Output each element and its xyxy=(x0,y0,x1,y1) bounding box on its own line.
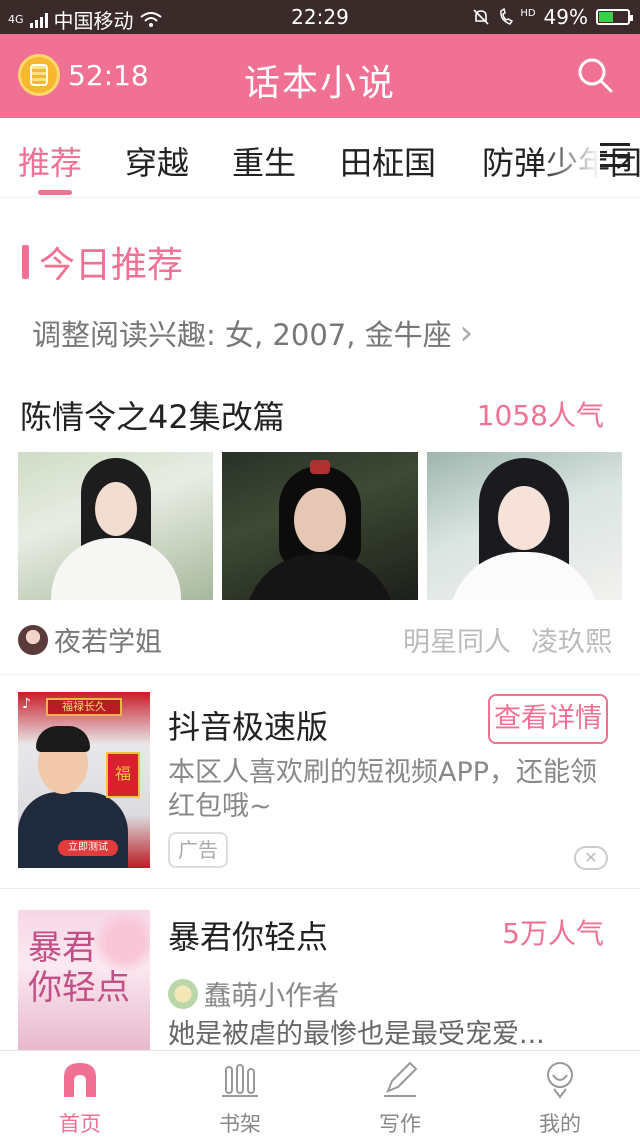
book-popularity: 1058人气 xyxy=(476,399,604,432)
ad-thumbnail[interactable]: ♪ 福禄长久 福 立即测试 xyxy=(18,692,150,868)
nav-label: 书架 xyxy=(219,1112,261,1136)
ad-label: 广告 xyxy=(168,832,228,868)
nav-label: 我的 xyxy=(539,1112,581,1136)
clipped-row xyxy=(0,198,640,208)
tag[interactable]: 明星同人 xyxy=(403,620,511,659)
book-cover[interactable]: 暴君 你轻点 xyxy=(18,910,150,1050)
ad-title[interactable]: 抖音极速版 xyxy=(168,702,328,748)
bookshelf-icon xyxy=(222,1064,258,1097)
today-section-header: 今日推荐 xyxy=(22,236,183,288)
section-bar xyxy=(22,245,29,279)
chevron-right-icon: › xyxy=(459,313,474,353)
nav-write[interactable]: 写作 xyxy=(340,1059,460,1138)
avatar xyxy=(18,624,48,655)
ad-banner: 福禄长久 xyxy=(46,698,122,716)
tab-recommend[interactable]: 推荐 xyxy=(18,138,82,184)
book-image-1[interactable] xyxy=(18,452,214,600)
book-description: 她是被虐的最惨也是最受宠爱... xyxy=(168,1019,545,1050)
search-icon[interactable] xyxy=(576,56,614,94)
profile-icon xyxy=(547,1062,573,1099)
bottom-nav: 首页 书架 写作 我的 xyxy=(0,1050,640,1138)
book-popularity: 5万人气 xyxy=(502,917,604,950)
tab-menu-icon[interactable] xyxy=(600,143,630,167)
tab-time-travel[interactable]: 穿越 xyxy=(125,138,189,184)
nav-label: 写作 xyxy=(379,1112,421,1136)
book-title[interactable]: 暴君你轻点 xyxy=(168,912,328,958)
book-author[interactable]: 夜若学姐 xyxy=(18,620,162,659)
nav-bookshelf[interactable]: 书架 xyxy=(180,1059,300,1138)
call-hd-icon xyxy=(500,8,514,25)
pen-icon xyxy=(384,1061,418,1097)
nav-label: 首页 xyxy=(59,1112,101,1136)
battery-icon xyxy=(596,9,633,25)
book-title[interactable]: 陈情令之42集改篇 xyxy=(20,392,285,438)
book-image-strip[interactable] xyxy=(18,452,622,600)
divider xyxy=(0,888,640,889)
red-envelope: 福 xyxy=(106,752,140,798)
tab-rebirth[interactable]: 重生 xyxy=(232,138,296,184)
nav-profile[interactable]: 我的 xyxy=(500,1059,620,1138)
tag[interactable]: 凌玖熙 xyxy=(531,620,612,659)
author-name: 夜若学姐 xyxy=(54,627,162,658)
status-bar: 4G 中国移动 22:29 HD 49% xyxy=(0,0,640,34)
author-name: 蠢萌小作者 xyxy=(204,981,339,1012)
ad-description: 本区人喜欢刷的短视频APP，还能领红包哦~ xyxy=(168,757,598,822)
close-icon[interactable]: ✕ xyxy=(574,846,608,870)
battery-percent: 49% xyxy=(543,5,588,29)
tab-fade xyxy=(540,118,600,197)
section-title: 今日推荐 xyxy=(39,245,184,286)
book-image-3[interactable] xyxy=(426,452,622,600)
hd-badge: HD xyxy=(520,7,536,19)
book-author[interactable]: 蠢萌小作者 xyxy=(168,974,339,1013)
book-tags: 明星同人 凌玖熙 xyxy=(403,620,612,659)
nav-home[interactable]: 首页 xyxy=(20,1059,140,1138)
book-image-2[interactable] xyxy=(222,452,418,600)
view-details-button[interactable]: 查看详情 xyxy=(488,694,608,744)
divider xyxy=(0,674,640,675)
status-right: HD 49% xyxy=(472,5,633,29)
avatar xyxy=(168,978,198,1009)
category-tabs: 推荐 穿越 重生 田柾国 防弹少年团 xyxy=(0,118,640,198)
interest-text: 调整阅读兴趣: 女, 2007, 金牛座 xyxy=(32,318,452,352)
tiktok-icon: ♪ xyxy=(22,696,31,712)
bell-off-icon xyxy=(473,9,489,25)
app-title: 话本小说 xyxy=(243,63,396,104)
cover-title: 暴君 你轻点 xyxy=(28,928,130,1008)
adjust-interest-link[interactable]: 调整阅读兴趣: 女, 2007, 金牛座 › xyxy=(32,312,473,354)
app-header: 52:18 话本小说 xyxy=(0,34,640,118)
home-icon xyxy=(64,1063,96,1097)
active-tab-indicator xyxy=(38,190,72,195)
tab-jungkook[interactable]: 田柾国 xyxy=(340,138,436,184)
ad-thumb-cta: 立即测试 xyxy=(58,840,118,856)
